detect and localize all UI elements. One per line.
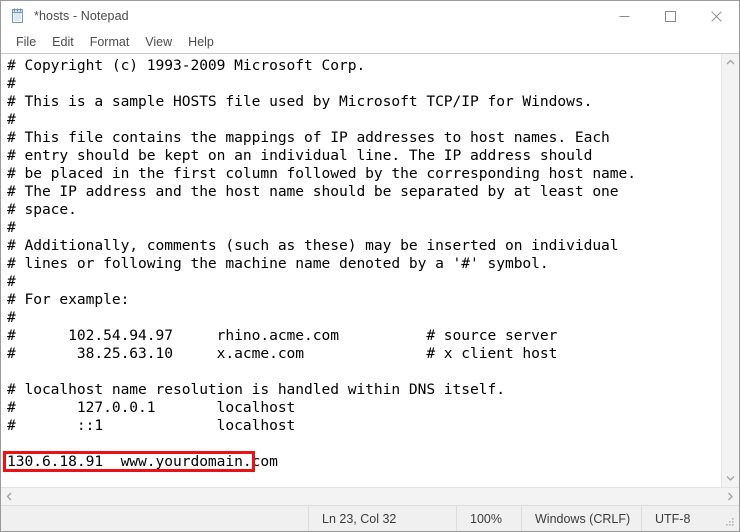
status-zoom-level[interactable]: 100% bbox=[456, 506, 521, 531]
document-text: # Copyright (c) 1993-2009 Microsoft Corp… bbox=[1, 57, 721, 471]
code-line: # be placed in the first column followed… bbox=[7, 165, 637, 182]
maximize-icon bbox=[664, 10, 676, 22]
editor-area: # Copyright (c) 1993-2009 Microsoft Corp… bbox=[1, 53, 739, 505]
scroll-right-button[interactable] bbox=[722, 488, 739, 505]
chevron-down-icon bbox=[726, 476, 735, 481]
minimize-icon bbox=[619, 15, 629, 17]
chevron-right-icon bbox=[728, 492, 733, 501]
code-line: # For example: bbox=[7, 291, 130, 308]
menu-item-help[interactable]: Help bbox=[180, 33, 222, 52]
code-line: # localhost name resolution is handled w… bbox=[7, 381, 505, 398]
code-line: # bbox=[7, 75, 16, 92]
scroll-up-button[interactable] bbox=[722, 54, 739, 71]
status-cursor-position: Ln 23, Col 32 bbox=[308, 506, 456, 531]
menu-item-file[interactable]: File bbox=[8, 33, 44, 52]
close-button[interactable] bbox=[693, 1, 739, 31]
horizontal-scrollbar[interactable] bbox=[1, 487, 739, 505]
maximize-button[interactable] bbox=[647, 1, 693, 31]
code-line: # This is a sample HOSTS file used by Mi… bbox=[7, 93, 593, 110]
notepad-window: *hosts - Notepad File Edit Format View H… bbox=[0, 0, 740, 532]
code-line: # 127.0.0.1 localhost bbox=[7, 399, 296, 416]
code-line: # Copyright (c) 1993-2009 Microsoft Corp… bbox=[7, 57, 366, 74]
code-line: 130.6.18.91 www.yourdomain.com bbox=[7, 453, 278, 470]
menu-bar: File Edit Format View Help bbox=[1, 31, 739, 53]
code-line: # bbox=[7, 219, 16, 236]
code-line: # ::1 localhost bbox=[7, 417, 296, 434]
notepad-icon bbox=[10, 8, 26, 24]
chevron-up-icon bbox=[726, 59, 735, 65]
status-bar: Ln 23, Col 32 100% Windows (CRLF) UTF-8 bbox=[1, 505, 739, 531]
close-icon bbox=[710, 10, 722, 22]
window-title: *hosts - Notepad bbox=[34, 9, 129, 23]
code-line: # 38.25.63.10 x.acme.com # x client host bbox=[7, 345, 558, 362]
code-line: # bbox=[7, 111, 16, 128]
status-line-ending: Windows (CRLF) bbox=[521, 506, 641, 531]
title-bar: *hosts - Notepad bbox=[1, 1, 739, 31]
menu-item-edit[interactable]: Edit bbox=[44, 33, 82, 52]
menu-item-format[interactable]: Format bbox=[82, 33, 138, 52]
editor-row: # Copyright (c) 1993-2009 Microsoft Corp… bbox=[1, 53, 739, 487]
code-line: # lines or following the machine name de… bbox=[7, 255, 549, 272]
code-line: # The IP address and the host name shoul… bbox=[7, 183, 619, 200]
code-line: # This file contains the mappings of IP … bbox=[7, 129, 610, 146]
code-line: # 102.54.94.97 rhino.acme.com # source s… bbox=[7, 327, 558, 344]
code-line: # entry should be kept on an individual … bbox=[7, 147, 593, 164]
scroll-left-button[interactable] bbox=[1, 488, 18, 505]
status-spacer bbox=[1, 506, 308, 531]
code-line: # bbox=[7, 273, 16, 290]
menu-item-view[interactable]: View bbox=[137, 33, 180, 52]
text-editor[interactable]: # Copyright (c) 1993-2009 Microsoft Corp… bbox=[1, 54, 721, 487]
minimize-button[interactable] bbox=[601, 1, 647, 31]
scroll-down-button[interactable] bbox=[722, 470, 739, 487]
code-line: # space. bbox=[7, 201, 77, 218]
chevron-left-icon bbox=[6, 492, 12, 501]
code-line: # Additionally, comments (such as these)… bbox=[7, 237, 619, 254]
vertical-scrollbar[interactable] bbox=[721, 54, 739, 487]
window-controls bbox=[601, 1, 739, 31]
resize-grip-icon[interactable] bbox=[724, 516, 736, 528]
code-line: # bbox=[7, 309, 16, 326]
